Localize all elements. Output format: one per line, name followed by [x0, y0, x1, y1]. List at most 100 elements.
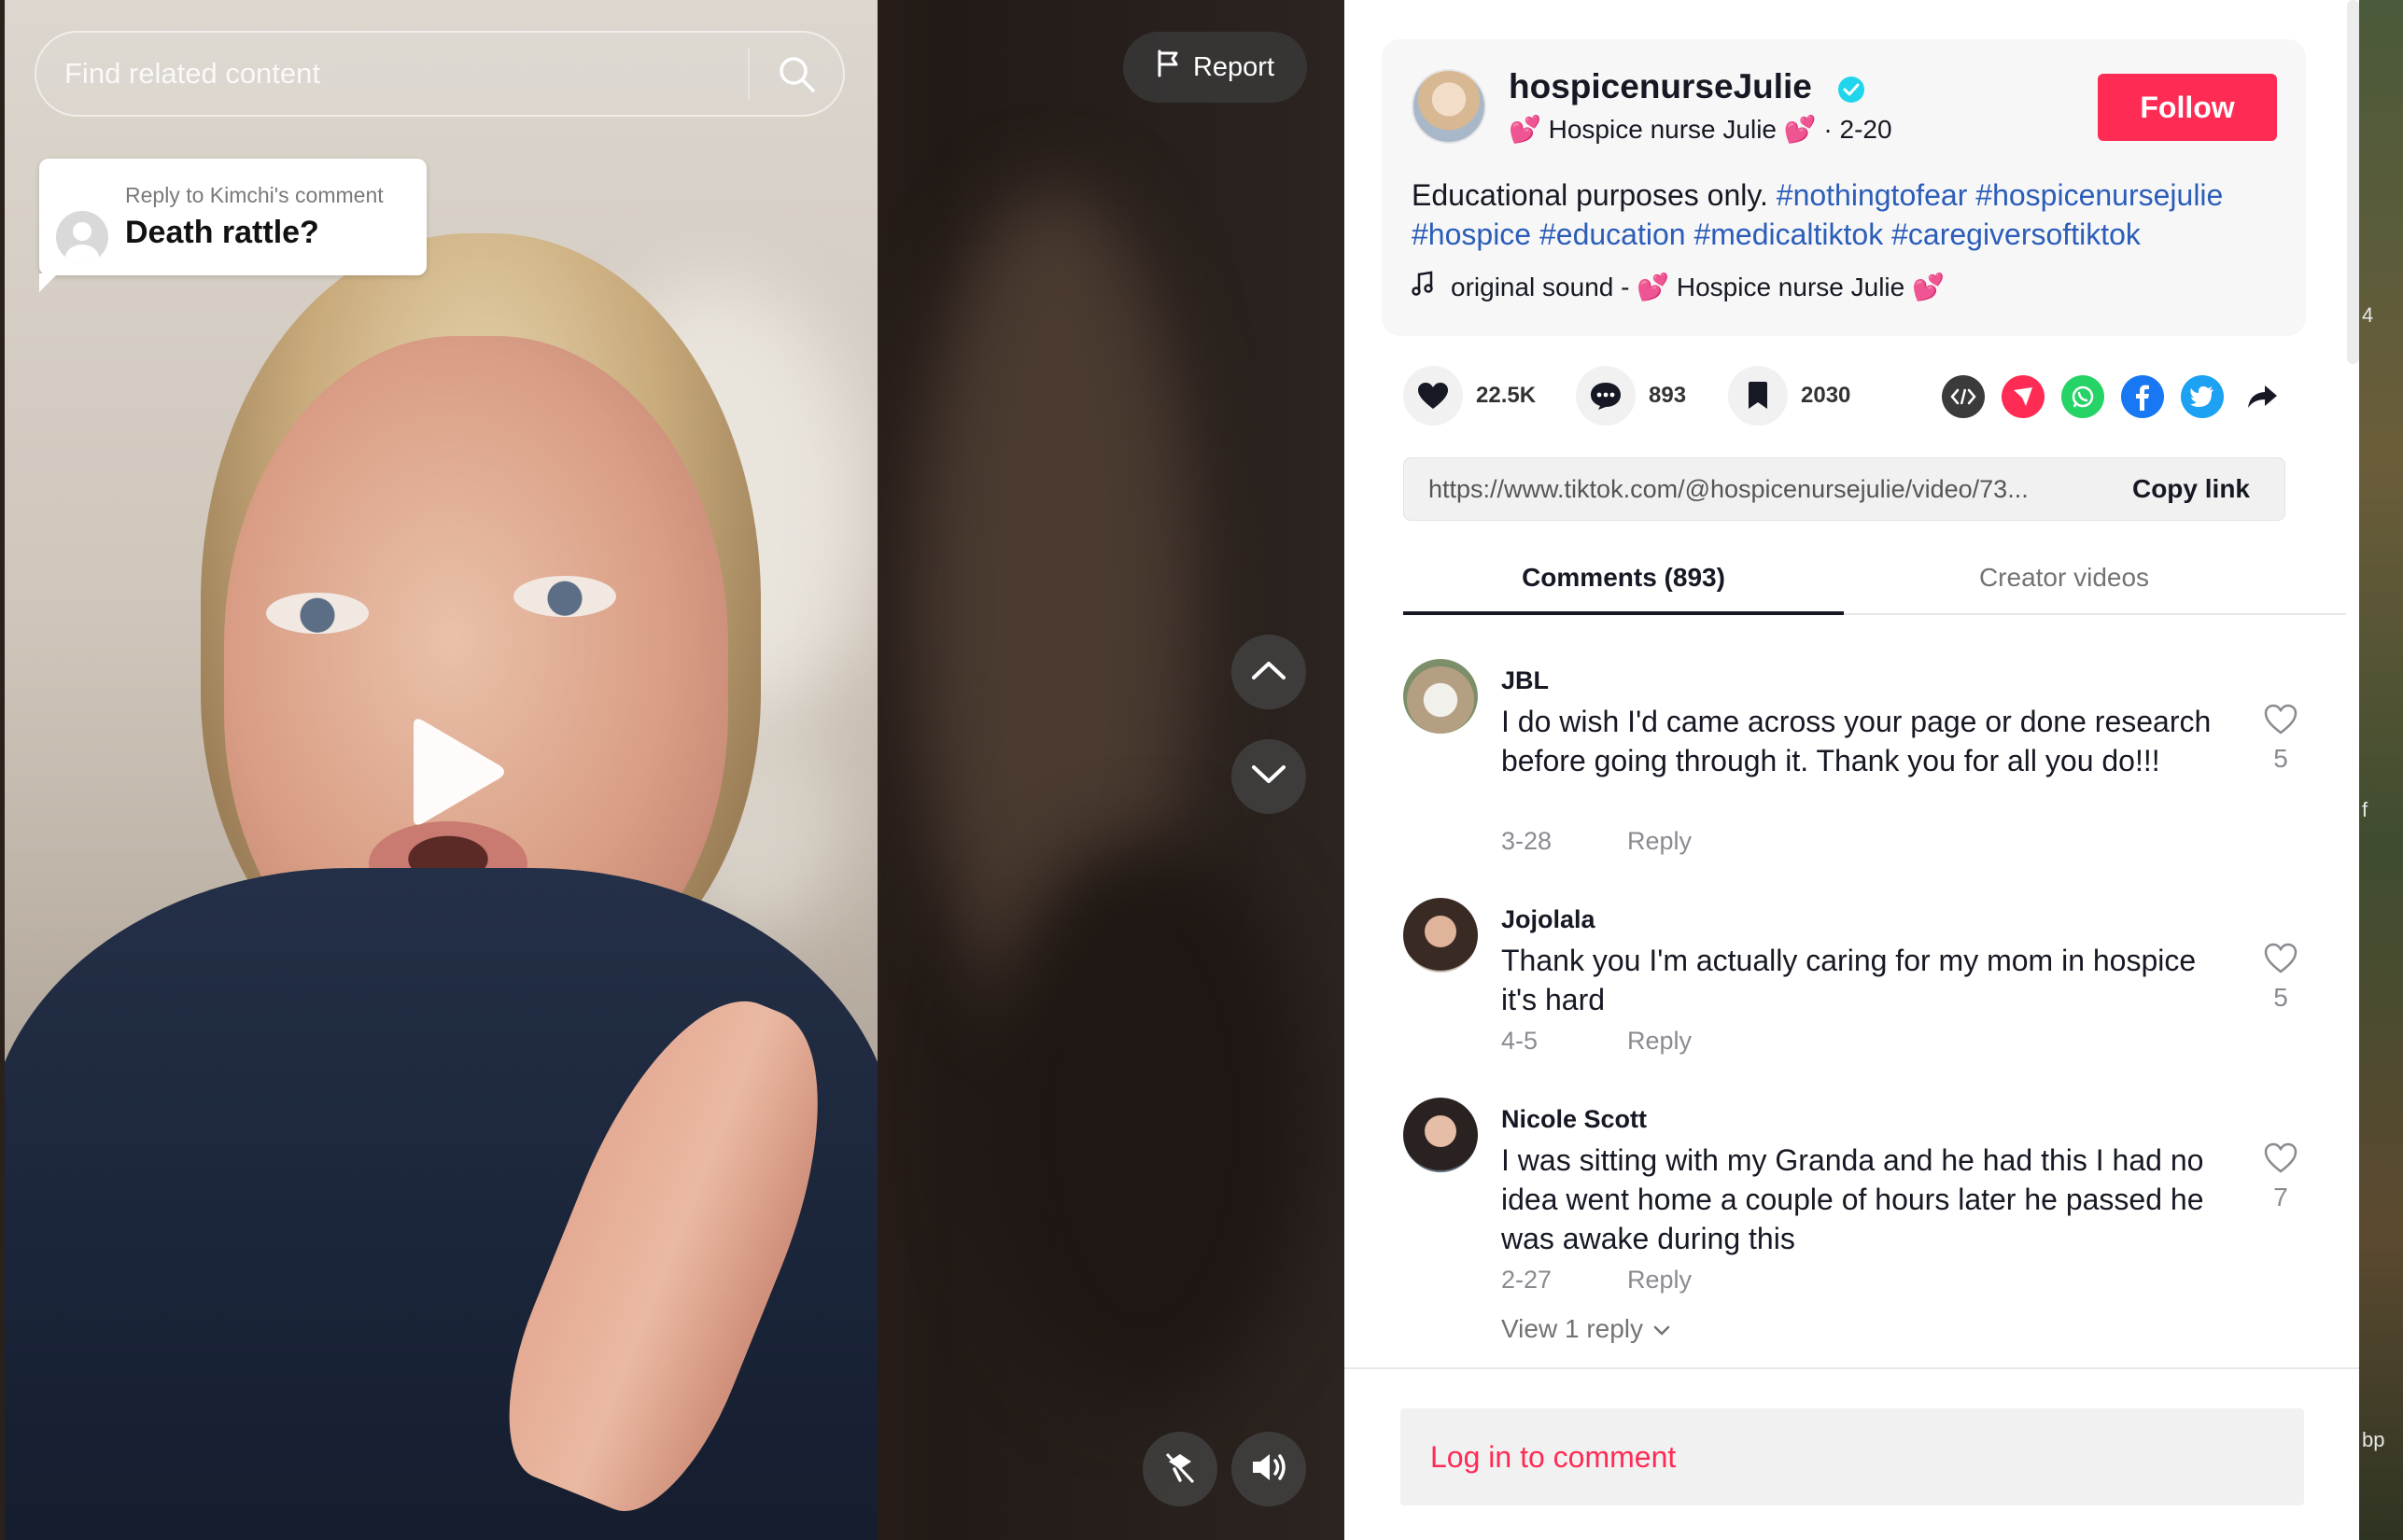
commenter-avatar[interactable]: [1403, 1098, 1478, 1172]
view-replies-button[interactable]: View 1 reply: [1501, 1314, 1671, 1344]
heart-outline-icon[interactable]: [2263, 1142, 2298, 1178]
comment-like[interactable]: 7: [2243, 1142, 2318, 1212]
twitter-icon[interactable]: [2181, 375, 2224, 418]
active-tab-indicator: [1403, 611, 1844, 615]
tab-comments[interactable]: Comments (893): [1403, 563, 1844, 593]
sticker-reply-to: Reply to Kimchi's comment: [125, 183, 384, 207]
commenter-avatar[interactable]: [1403, 659, 1478, 734]
report-label: Report: [1192, 51, 1275, 82]
heart-icon[interactable]: [1403, 366, 1463, 426]
commenter-avatar[interactable]: [1403, 898, 1478, 973]
volume-icon: [1249, 1450, 1288, 1489]
desktop-edge-text: bp: [2362, 1428, 2385, 1451]
comment-item: JBL I do wish I'd came across your page …: [1403, 659, 2346, 874]
like-action[interactable]: 22.5K: [1403, 366, 1536, 426]
hashtag-link[interactable]: #caregiversoftiktok: [1891, 217, 2141, 251]
comment-date: 3-28: [1501, 827, 1553, 855]
previous-video-button[interactable]: [1231, 635, 1306, 709]
tab-creator-videos[interactable]: Creator videos: [1844, 563, 2284, 593]
chevron-up-icon: [1250, 659, 1287, 686]
hashtag-link[interactable]: #medicaltiktok: [1693, 217, 1883, 251]
separator-dot: ·: [1823, 115, 1840, 144]
comment-like-count: 5: [2273, 983, 2288, 1012]
facebook-icon[interactable]: [2121, 375, 2164, 418]
save-count: 2030: [1801, 383, 1851, 408]
comment-date: 2-27: [1501, 1266, 1553, 1294]
login-to-comment-button[interactable]: Log in to comment: [1400, 1408, 2304, 1505]
share-arrow-icon[interactable]: [2241, 375, 2284, 418]
sound-link[interactable]: original sound - 💕 Hospice nurse Julie 💕: [1412, 271, 1945, 303]
comment-date: 4-5: [1501, 1027, 1539, 1055]
whatsapp-icon[interactable]: [2061, 375, 2104, 418]
hashtag-link[interactable]: #nothingtofear: [1777, 178, 1968, 212]
person-eye-right: [513, 576, 616, 617]
search-bar[interactable]: Find related content: [35, 31, 845, 117]
creator-handle[interactable]: hospicenurseJulie: [1509, 67, 1812, 106]
divider: [1344, 1367, 2359, 1369]
floating-player-icon: [1161, 1449, 1199, 1491]
commenter-name[interactable]: JBL: [1501, 666, 1549, 695]
hashtag-link[interactable]: #education: [1539, 217, 1686, 251]
comment-like-count: 7: [2273, 1183, 2288, 1211]
embed-icon[interactable]: [1942, 375, 1985, 418]
panel-scrollbar[interactable]: [2347, 0, 2359, 364]
sticker-text: Death rattle?: [125, 215, 319, 250]
share-link-box: https://www.tiktok.com/@hospicenursejuli…: [1403, 457, 2285, 521]
play-icon[interactable]: [397, 714, 509, 831]
volume-button[interactable]: [1231, 1432, 1306, 1506]
comment-text: I was sitting with my Granda and he had …: [1501, 1143, 2204, 1255]
music-note-icon: [1412, 271, 1434, 303]
comment-item: Jojolala Thank you I'm actually caring f…: [1403, 898, 2346, 1066]
reply-button[interactable]: Reply: [1627, 1266, 1692, 1295]
sound-label: original sound - 💕 Hospice nurse Julie 💕: [1451, 273, 1945, 301]
report-button[interactable]: Report: [1123, 32, 1307, 103]
bookmark-icon[interactable]: [1728, 366, 1788, 426]
reply-button[interactable]: Reply: [1627, 827, 1692, 856]
like-count: 22.5K: [1476, 383, 1537, 408]
desktop-background: [2359, 0, 2403, 1540]
creator-display-name: 💕 Hospice nurse Julie 💕: [1509, 115, 1817, 144]
send-icon[interactable]: [2002, 375, 2045, 418]
creator-card: hospicenurseJulie 💕 Hospice nurse Julie …: [1382, 39, 2306, 336]
hashtag-link[interactable]: #hospice: [1412, 217, 1531, 251]
save-action[interactable]: 2030: [1728, 366, 1850, 426]
copy-link-button[interactable]: Copy link: [2098, 474, 2284, 504]
commenter-name[interactable]: Nicole Scott: [1501, 1105, 1647, 1134]
verified-badge-icon: [1837, 76, 1865, 104]
commenter-name[interactable]: Jojolala: [1501, 905, 1595, 934]
comment-bubble-icon[interactable]: [1576, 366, 1636, 426]
reply-button[interactable]: Reply: [1627, 1027, 1692, 1056]
heart-outline-icon[interactable]: [2263, 704, 2298, 739]
background-blur: [980, 840, 1307, 1400]
search-input[interactable]: Find related content: [36, 57, 748, 91]
search-icon[interactable]: [750, 31, 843, 117]
comment-action[interactable]: 893: [1576, 366, 1686, 426]
comment-item: Nicole Scott I was sitting with my Grand…: [1403, 1098, 2346, 1303]
reply-comment-sticker: Reply to Kimchi's comment Death rattle?: [39, 159, 427, 292]
hashtag-link[interactable]: #hospicenursejulie: [1975, 178, 2223, 212]
heart-outline-icon[interactable]: [2263, 943, 2298, 978]
chevron-down-icon: [1652, 1314, 1671, 1344]
creator-subline: 💕 Hospice nurse Julie 💕 · 2-20: [1509, 114, 1892, 145]
panel-tabs: Comments (893) Creator videos: [1403, 546, 2346, 615]
desktop-edge-text: 4: [2362, 303, 2374, 327]
caption-text: Educational purposes only.: [1412, 178, 1768, 212]
view-replies-label: View 1 reply: [1501, 1314, 1644, 1343]
next-video-button[interactable]: [1231, 739, 1306, 814]
post-date: 2-20: [1839, 115, 1892, 144]
comment-like-count: 5: [2273, 744, 2288, 773]
floating-player-button[interactable]: [1143, 1432, 1217, 1506]
desktop-edge-text: f: [2362, 798, 2368, 821]
video-player[interactable]: Find related content Reply to Kimchi's c…: [0, 0, 1344, 1540]
comment-text: I do wish I'd came across your page or d…: [1501, 705, 2212, 777]
sticker-avatar: [56, 211, 108, 263]
creator-avatar[interactable]: [1412, 69, 1486, 144]
comment-count: 893: [1649, 383, 1687, 408]
chevron-down-icon: [1250, 763, 1287, 791]
follow-button[interactable]: Follow: [2098, 74, 2277, 141]
comment-like[interactable]: 5: [2243, 943, 2318, 1013]
comment-like[interactable]: 5: [2243, 704, 2318, 774]
video-url[interactable]: https://www.tiktok.com/@hospicenursejuli…: [1404, 475, 2098, 504]
person-eye-left: [266, 593, 369, 634]
video-caption: Educational purposes only. #nothingtofea…: [1412, 175, 2289, 254]
